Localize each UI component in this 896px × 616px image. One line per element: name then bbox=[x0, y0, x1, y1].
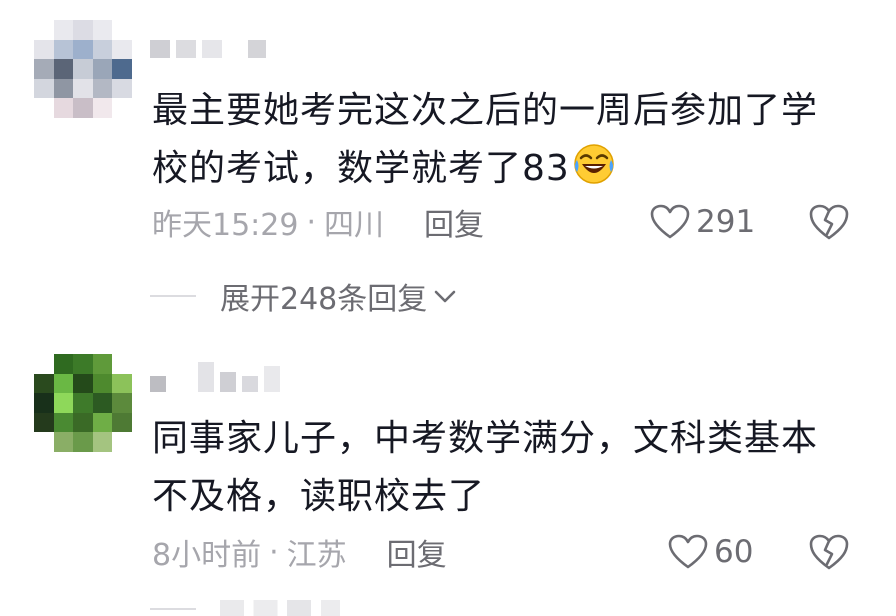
comment-time: 昨天15:29 bbox=[152, 208, 299, 243]
username[interactable] bbox=[150, 362, 280, 392]
avatar[interactable] bbox=[34, 20, 132, 118]
comment-text-line: 最主要她考完这次之后的一周后参加了学 bbox=[152, 90, 819, 131]
comment-location: 四川 bbox=[324, 208, 385, 243]
comment-text-line: 同事家儿子，中考数学满分，文科类基本 bbox=[152, 418, 819, 459]
heart-icon bbox=[650, 204, 690, 239]
like-count: 291 bbox=[696, 204, 756, 240]
avatar[interactable] bbox=[34, 354, 132, 452]
comment-text-line: 校的考试，数学就考了83 bbox=[152, 140, 842, 198]
like-count: 60 bbox=[714, 534, 754, 570]
heart-icon bbox=[668, 534, 708, 569]
comment-time: 8小时前 bbox=[152, 538, 262, 573]
broken-heart-icon[interactable] bbox=[808, 202, 850, 242]
comment-meta: 8小时前 · 江苏 回复 bbox=[152, 530, 447, 574]
meta-separator: · bbox=[269, 534, 279, 570]
expand-replies-button-partial[interactable] bbox=[150, 596, 450, 616]
reply-button[interactable]: 回复 bbox=[387, 530, 447, 574]
comment-location: 江苏 bbox=[286, 538, 347, 573]
expand-replies-button[interactable]: 展开248条回复 bbox=[150, 276, 457, 317]
like-button[interactable]: 60 bbox=[668, 532, 753, 572]
comment-text: 最主要她考完这次之后的一周后参加了学 校的考试，数学就考了83 bbox=[152, 82, 842, 198]
laughing-crying-emoji-icon bbox=[574, 144, 614, 184]
comment-text: 同事家儿子，中考数学满分，文科类基本 不及格，读职校去了 bbox=[152, 410, 842, 526]
reply-button[interactable]: 回复 bbox=[424, 200, 484, 244]
comment-text-line-content: 校的考试，数学就考了83 bbox=[152, 148, 570, 189]
comment-meta: 昨天15:29 · 四川 回复 bbox=[152, 200, 484, 244]
username[interactable] bbox=[150, 40, 266, 58]
meta-separator: · bbox=[306, 204, 317, 240]
divider-line bbox=[150, 295, 196, 297]
like-button[interactable]: 291 bbox=[650, 202, 755, 242]
expand-replies-label: 展开248条回复 bbox=[220, 282, 428, 317]
chevron-down-icon bbox=[434, 290, 456, 303]
broken-heart-icon[interactable] bbox=[808, 532, 850, 572]
comment-text-line: 不及格，读职校去了 bbox=[152, 476, 486, 517]
